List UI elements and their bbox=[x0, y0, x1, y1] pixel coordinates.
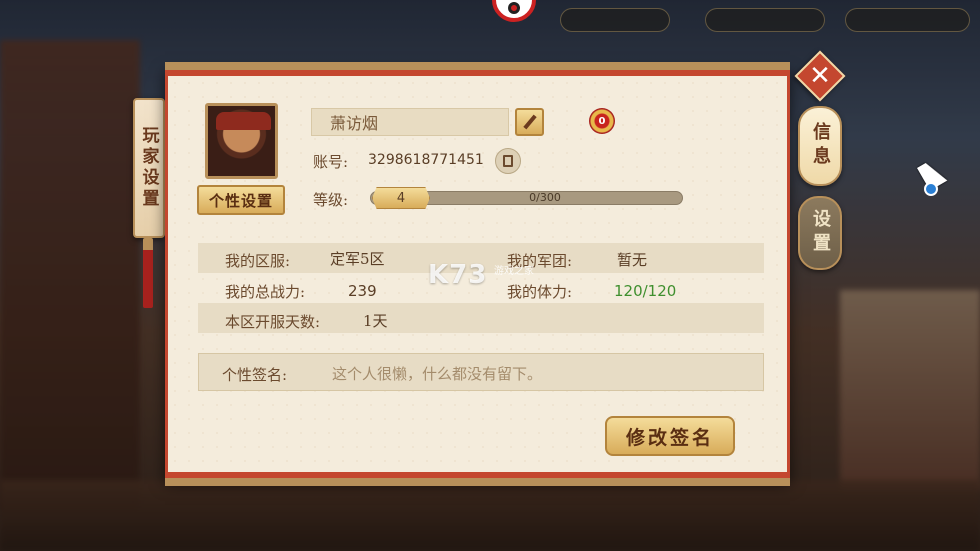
modify-signature-button[interactable]: 修改签名 bbox=[605, 416, 735, 456]
tab-settings-label: 设置 bbox=[810, 209, 831, 257]
watermark-sub: 游戏之家 bbox=[494, 266, 534, 277]
account-label: 账号: bbox=[313, 153, 349, 171]
player-settings-label: 玩家设置 bbox=[138, 126, 159, 210]
watermark-logo: K73 bbox=[428, 260, 488, 290]
avatar[interactable] bbox=[205, 103, 278, 179]
tassel-decoration bbox=[143, 238, 153, 308]
cursor-dot-icon bbox=[924, 182, 938, 196]
game-screen: 玩家设置 个性设置 萧访烟 0 账号: 3298618771451 等级: 4 … bbox=[0, 0, 980, 551]
eye-icon bbox=[508, 2, 520, 14]
personal-settings-button[interactable]: 个性设置 bbox=[197, 185, 285, 215]
signature-text: 这个人很懒，什么都没有留下。 bbox=[332, 365, 543, 383]
tab-info-label: 信息 bbox=[810, 122, 831, 170]
stamina-value: 120/120 bbox=[614, 282, 677, 300]
tab-info[interactable]: 信息 bbox=[798, 106, 842, 186]
player-name-field: 萧访烟 bbox=[311, 108, 509, 136]
copy-icon bbox=[503, 155, 513, 167]
copy-account-button[interactable] bbox=[495, 148, 521, 174]
legion-value: 暂无 bbox=[617, 251, 648, 269]
power-value: 239 bbox=[348, 282, 377, 300]
power-label: 我的总战力: bbox=[225, 283, 306, 301]
server-value: 定军5区 bbox=[330, 250, 385, 268]
resource-bar bbox=[560, 8, 670, 32]
player-settings-tag: 玩家设置 bbox=[133, 98, 165, 238]
pencil-icon bbox=[522, 114, 537, 130]
tab-settings[interactable]: 设置 bbox=[798, 196, 842, 270]
level-badge: 4 bbox=[372, 187, 430, 209]
level-label: 等级: bbox=[313, 191, 349, 209]
server-days-label: 本区开服天数: bbox=[225, 313, 321, 331]
resource-bar bbox=[705, 8, 825, 32]
medal-icon[interactable]: 0 bbox=[589, 108, 615, 134]
stamina-label: 我的体力: bbox=[507, 283, 573, 301]
server-label: 我的区服: bbox=[225, 252, 291, 270]
edit-name-button[interactable] bbox=[515, 108, 544, 136]
resource-bar bbox=[845, 8, 970, 32]
account-value: 3298618771451 bbox=[368, 152, 484, 168]
signature-label: 个性签名: bbox=[222, 366, 288, 384]
server-days-value: 1天 bbox=[363, 312, 388, 330]
exp-text: 0/300 bbox=[529, 191, 561, 204]
close-button[interactable]: ✕ bbox=[802, 58, 838, 94]
